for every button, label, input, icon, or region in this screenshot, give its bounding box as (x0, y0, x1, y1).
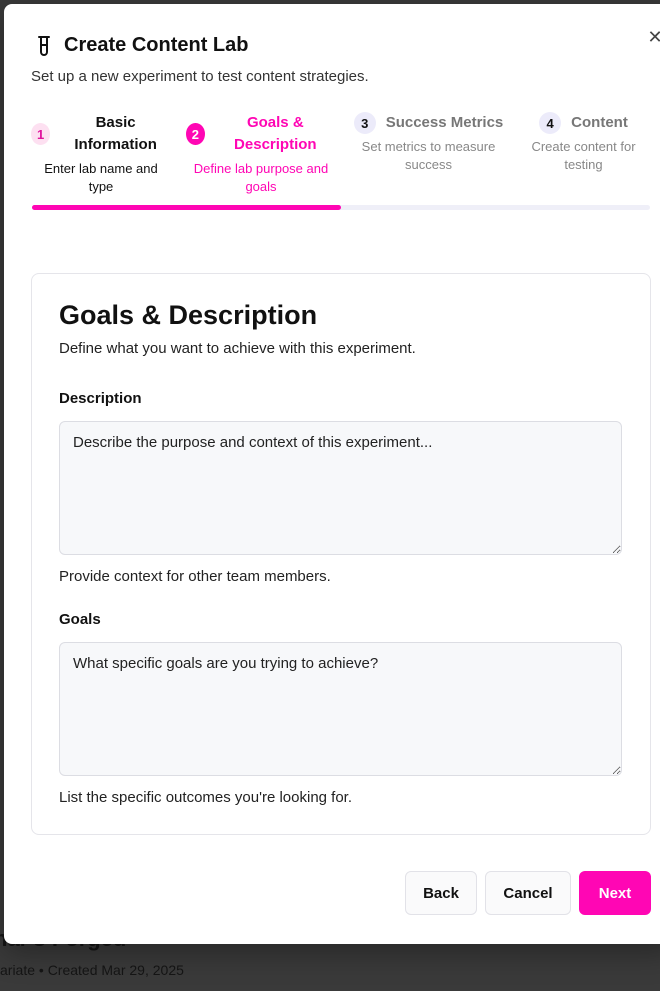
background-lab-meta: ariate • Created Mar 29, 2025 (0, 962, 184, 978)
step-basic-information[interactable]: 1 Basic Information Enter lab name and t… (31, 112, 171, 196)
next-button[interactable]: Next (579, 871, 651, 915)
create-content-lab-dialog: ✕ Create Content Lab Set up a new experi… (4, 4, 660, 944)
dialog-header: Create Content Lab (34, 34, 248, 57)
flask-icon (38, 35, 50, 56)
section-description: Define what you want to achieve with thi… (59, 340, 416, 357)
description-label: Description (59, 390, 142, 407)
goals-card: Goals & Description Define what you want… (31, 273, 651, 835)
step-number: 1 (31, 123, 51, 145)
dialog-subtitle: Set up a new experiment to test content … (31, 68, 369, 85)
step-success-metrics[interactable]: 3 Success Metrics Set metrics to measure… (351, 112, 506, 174)
goals-textarea[interactable] (59, 642, 622, 776)
step-label: Goals & Description (234, 114, 317, 153)
step-label: Success Metrics (385, 114, 504, 131)
step-description: Create content for testing (531, 139, 636, 172)
cancel-button[interactable]: Cancel (485, 871, 571, 915)
step-number: 3 (353, 112, 376, 134)
goals-label: Goals (59, 611, 101, 628)
description-textarea[interactable] (59, 421, 622, 555)
progress-bar (32, 205, 650, 210)
step-description: Enter lab name and type (44, 161, 158, 194)
description-help: Provide context for other team members. (59, 568, 331, 585)
section-title: Goals & Description (59, 300, 318, 330)
close-icon[interactable]: ✕ (644, 26, 660, 48)
step-description: Define lab purpose and goals (193, 161, 329, 194)
step-number: 4 (539, 112, 562, 134)
back-button[interactable]: Back (405, 871, 477, 915)
step-number: 2 (186, 123, 205, 145)
progress-fill (32, 205, 341, 210)
step-description: Set metrics to measure success (361, 139, 496, 172)
step-label: Content (571, 114, 628, 131)
dialog-title: Create Content Lab (64, 34, 249, 56)
step-label: Basic Information (74, 114, 157, 153)
goals-help: List the specific outcomes you're lookin… (59, 789, 353, 806)
step-goals-description[interactable]: 2 Goals & Description Define lab purpose… (186, 112, 336, 196)
stepper: 1 Basic Information Enter lab name and t… (31, 112, 660, 212)
step-content[interactable]: 4 Content Create content for testing (521, 112, 646, 174)
